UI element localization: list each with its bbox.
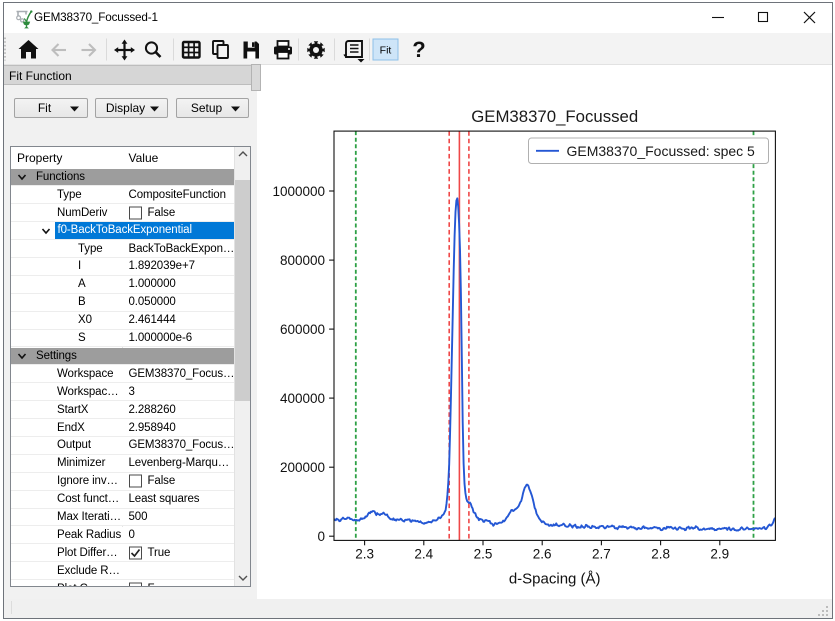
svg-text:2.3: 2.3 bbox=[355, 547, 374, 562]
svg-text:?: ? bbox=[412, 37, 425, 62]
svg-text:2.6: 2.6 bbox=[533, 547, 552, 562]
svg-text:2.7: 2.7 bbox=[592, 547, 611, 562]
svg-text:GEM38370_Focussed: spec 5: GEM38370_Focussed: spec 5 bbox=[567, 143, 756, 159]
svg-text:2.4: 2.4 bbox=[414, 547, 433, 562]
svg-text:0: 0 bbox=[317, 529, 325, 544]
svg-text:2.8: 2.8 bbox=[651, 547, 670, 562]
svg-text:Fit: Fit bbox=[380, 45, 392, 57]
svg-text:d-Spacing (Å): d-Spacing (Å) bbox=[509, 571, 601, 588]
svg-text:2.5: 2.5 bbox=[474, 547, 493, 562]
svg-text:2.9: 2.9 bbox=[710, 547, 729, 562]
svg-text:200000: 200000 bbox=[280, 460, 325, 475]
svg-text:600000: 600000 bbox=[280, 322, 325, 337]
svg-text:GEM38370_Focussed: GEM38370_Focussed bbox=[471, 107, 638, 126]
svg-text:400000: 400000 bbox=[280, 391, 325, 406]
svg-text:800000: 800000 bbox=[280, 253, 325, 268]
svg-text:1000000: 1000000 bbox=[272, 184, 325, 199]
